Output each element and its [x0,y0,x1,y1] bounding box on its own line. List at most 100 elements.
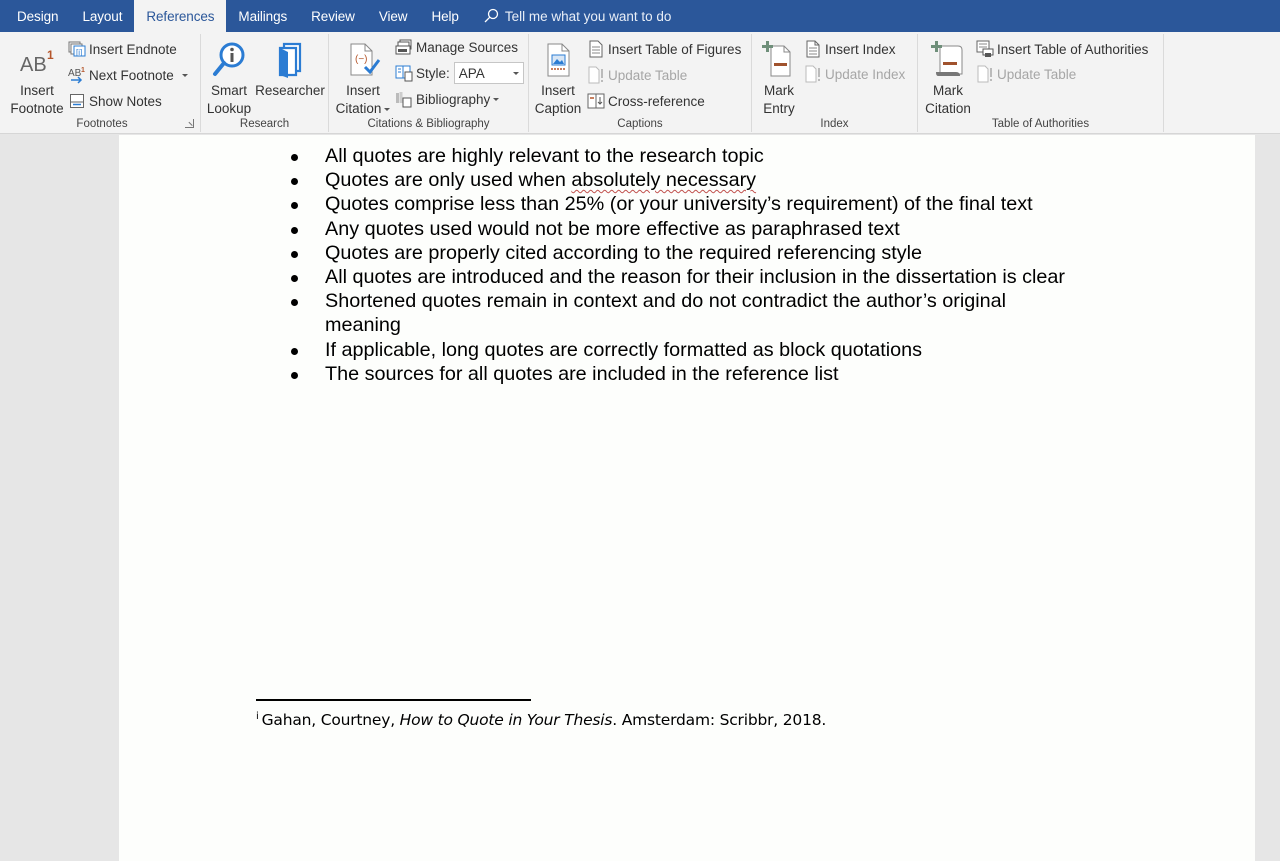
chevron-down-icon [384,107,391,111]
footnote-title: How to Quote in Your Thesis [399,711,613,729]
footnote-author: Gahan, Courtney, [261,711,400,729]
style-dropdown[interactable]: APA [453,62,524,84]
insert-index-button[interactable]: Insert Index [804,38,896,60]
svg-text:1: 1 [81,67,85,74]
update-table-button[interactable]: Update Table [587,64,687,86]
smart-lookup-button[interactable]: Smart Lookup [203,38,255,118]
group-footnotes: AB 1 Insert Footnote [i] Insert Endnote A… [4,34,201,132]
insert-endnote-button[interactable]: [i] Insert Endnote [68,38,177,60]
tab-references[interactable]: References [134,0,227,32]
svg-text:(−): (−) [355,54,368,65]
researcher-button[interactable]: Researcher [255,38,325,100]
spelling-flagged-text[interactable]: absolutely necessary [571,169,756,191]
tab-view[interactable]: View [367,0,420,32]
cross-reference-label: Cross-reference [608,93,705,109]
document-canvas: All quotes are highly relevant to the re… [0,135,1280,861]
dialog-launcher-icon[interactable] [185,119,194,128]
group-label-footnotes: Footnotes [76,118,128,130]
list-item: Quotes are properly cited according to t… [289,241,1109,265]
mark-citation-button[interactable]: Mark Citation [920,38,976,118]
svg-text:AB: AB [68,68,82,79]
show-notes-label: Show Notes [89,93,162,109]
chevron-down-icon[interactable] [181,73,188,77]
group-label-citations: Citations & Bibliography [367,118,490,130]
group-label-index: Index [820,118,849,130]
chevron-down-icon [512,71,519,75]
list-item: Quotes comprise less than 25% (or your u… [289,192,1109,216]
tab-review[interactable]: Review [299,0,367,32]
mark-citation-label-2: Citation [925,101,971,116]
insert-citation-button[interactable]: (−) Insert Citation [331,38,395,118]
endnote-icon: [i] [68,40,86,58]
insert-table-of-authorities-label: Insert Table of Authorities [997,41,1149,57]
next-footnote-label: Next Footnote [89,67,174,83]
tell-me-placeholder: Tell me what you want to do [504,8,672,24]
tab-layout[interactable]: Layout [70,0,134,32]
manage-sources-icon [395,38,413,56]
tab-help[interactable]: Help [419,0,470,32]
bullet-list: All quotes are highly relevant to the re… [289,144,1109,386]
mark-entry-icon [754,38,804,82]
group-citations-bibliography: (−) Insert Citation Manage Sources Style… [329,34,529,132]
style-value: APA [458,65,485,81]
insert-footnote-label-1: Insert [20,83,54,98]
update-table-authorities-label: Update Table [997,66,1077,82]
show-notes-button[interactable]: Show Notes [68,90,162,112]
next-footnote-button[interactable]: AB 1 Next Footnote [68,64,188,86]
ribbon-tab-bar: Design Layout References Mailings Review… [0,0,1280,32]
cross-reference-button[interactable]: Cross-reference [587,90,705,112]
list-item: All quotes are introduced and the reason… [289,265,1109,289]
list-item: Quotes are only used when absolutely nec… [289,168,1109,192]
footnote-separator [256,699,531,701]
insert-caption-button[interactable]: Insert Caption [531,38,585,118]
update-index-icon [804,65,822,83]
group-label-authorities: Table of Authorities [991,118,1090,130]
table-of-figures-icon [587,40,605,58]
tab-design[interactable]: Design [0,0,70,32]
chevron-down-icon [493,97,500,101]
group-research: Smart Lookup Researcher Research [201,34,329,132]
bibliography-label: Bibliography [416,91,491,107]
insert-table-of-figures-button[interactable]: Insert Table of Figures [587,38,741,60]
search-icon [484,8,498,23]
footnote: i Gahan, Courtney, How to Quote in Your T… [256,711,826,729]
style-selector[interactable]: Style: APA [395,62,524,84]
bibliography-button[interactable]: Bibliography [395,88,500,110]
ribbon: AB 1 Insert Footnote [i] Insert Endnote A… [0,32,1280,134]
svg-text:AB: AB [20,54,47,75]
insert-footnote-button[interactable]: AB 1 Insert Footnote [6,38,68,118]
footnote-marker: i [256,711,259,722]
smart-lookup-label-2: Lookup [206,101,252,116]
style-icon [395,64,413,82]
insert-footnote-label-2: Footnote [10,101,64,116]
manage-sources-button[interactable]: Manage Sources [395,36,518,58]
footnote-icon: AB 1 [6,38,68,82]
mark-citation-icon [920,38,976,82]
update-table-authorities-button[interactable]: Update Table [976,63,1076,85]
tab-mailings[interactable]: Mailings [226,0,299,32]
document-page[interactable]: All quotes are highly relevant to the re… [119,135,1255,861]
list-item: Shortened quotes remain in context and d… [289,289,1049,337]
list-item: All quotes are highly relevant to the re… [289,144,1109,168]
show-notes-icon [68,92,86,110]
update-table-label: Update Table [608,67,688,83]
word-window: Design Layout References Mailings Review… [0,0,1280,861]
group-label-captions: Captions [617,118,663,130]
footnote-rest: . Amsterdam: Scribbr, 2018. [612,711,827,729]
update-index-button[interactable]: Update Index [804,63,905,85]
group-index: Mark Entry Insert Index Update Index Ind… [752,34,918,132]
group-table-of-authorities: Mark Citation Insert Table of Authoritie… [918,34,1164,132]
mark-entry-button[interactable]: Mark Entry [754,38,804,118]
insert-table-of-authorities-button[interactable]: Insert Table of Authorities [976,38,1148,60]
insert-citation-label-2: Citation [335,101,382,116]
next-footnote-icon: AB 1 [68,66,86,84]
list-item: The sources for all quotes are included … [289,362,1109,386]
style-label: Style: [416,65,450,81]
update-table-icon [587,66,605,84]
tell-me-search[interactable]: Tell me what you want to do [477,0,678,32]
manage-sources-label: Manage Sources [416,39,519,55]
svg-text:[i]: [i] [76,48,82,57]
insert-citation-label-1: Insert [346,83,380,98]
researcher-label: Researcher [255,83,325,98]
insert-caption-label-2: Caption [534,101,582,116]
